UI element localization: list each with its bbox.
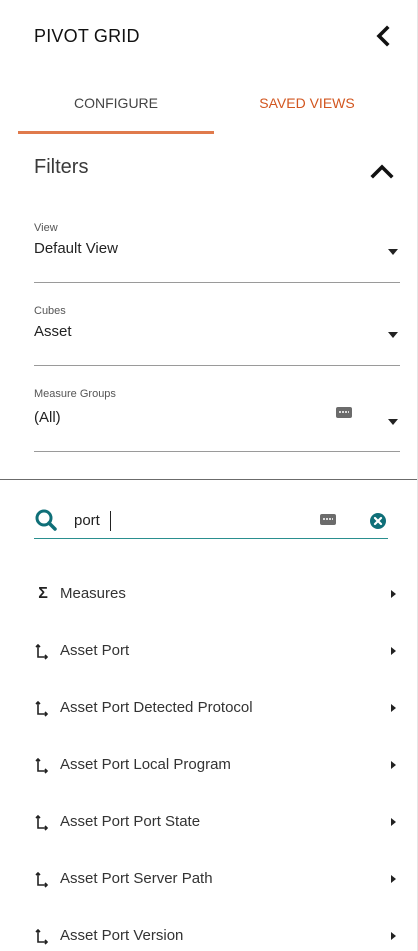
- measure-groups-select[interactable]: Measure Groups (All): [34, 388, 400, 452]
- list-item-label: Measures: [60, 585, 126, 602]
- hierarchy-icon: [35, 643, 49, 660]
- cubes-select[interactable]: Cubes Asset: [34, 305, 400, 366]
- dropdown-caret-icon: [388, 332, 398, 338]
- cubes-value: Asset: [34, 323, 72, 340]
- chevron-right-icon: [391, 761, 396, 769]
- list-item[interactable]: Asset Port Local Program: [0, 739, 417, 796]
- view-label: View: [34, 222, 58, 234]
- collapse-panel-button[interactable]: [372, 25, 394, 47]
- field-search: [34, 504, 388, 539]
- hierarchy-icon: [35, 928, 49, 945]
- list-item-label: Asset Port Local Program: [60, 756, 231, 773]
- chevron-right-icon: [391, 818, 396, 826]
- list-item-label: Asset Port: [60, 642, 130, 659]
- keyboard-icon[interactable]: [320, 514, 336, 525]
- measure-groups-label: Measure Groups: [34, 388, 116, 400]
- filters-section-toggle[interactable]: Filters: [0, 142, 417, 202]
- chevron-right-icon: [391, 647, 396, 655]
- active-tab-indicator: [18, 131, 214, 134]
- hierarchy-icon: [35, 757, 49, 774]
- tab-configure[interactable]: CONFIGURE: [18, 82, 214, 134]
- list-item[interactable]: Asset Port Version: [0, 910, 417, 951]
- chevron-right-icon: [391, 590, 396, 598]
- pivot-grid-panel: PIVOT GRID CONFIGURE SAVED VIEWS Filters…: [0, 0, 418, 951]
- keyboard-icon[interactable]: [336, 407, 352, 418]
- clear-circle-icon[interactable]: [370, 513, 386, 529]
- tab-saved-views[interactable]: SAVED VIEWS: [214, 82, 400, 134]
- list-item[interactable]: Asset Port Server Path: [0, 853, 417, 910]
- list-item-label: Asset Port Server Path: [60, 870, 213, 887]
- dropdown-caret-icon: [388, 419, 398, 425]
- text-cursor: [110, 511, 111, 531]
- clear-x-glyph: [373, 516, 383, 526]
- list-item-label: Asset Port Detected Protocol: [60, 699, 253, 716]
- hierarchy-icon: [35, 871, 49, 888]
- view-value: Default View: [34, 240, 118, 257]
- list-item[interactable]: Σ Measures: [0, 568, 417, 625]
- sigma-icon: Σ: [38, 585, 48, 602]
- list-item[interactable]: Asset Port Port State: [0, 796, 417, 853]
- list-item-label: Asset Port Port State: [60, 813, 201, 830]
- hierarchy-icon: [35, 814, 49, 831]
- chevron-left-icon: [376, 25, 390, 47]
- measure-groups-value: (All): [34, 409, 61, 426]
- list-item-label: Asset Port Version: [60, 927, 184, 944]
- hierarchy-icon: [35, 700, 49, 717]
- chevron-right-icon: [391, 704, 396, 712]
- chevron-up-icon: [370, 164, 394, 179]
- list-item[interactable]: Asset Port Detected Protocol: [0, 682, 417, 739]
- tab-bar: CONFIGURE SAVED VIEWS: [18, 82, 399, 134]
- filters-title: Filters: [34, 156, 89, 178]
- chevron-right-icon: [391, 875, 396, 883]
- cubes-label: Cubes: [34, 305, 66, 317]
- list-item[interactable]: Asset Port: [0, 625, 417, 682]
- view-select[interactable]: View Default View: [34, 222, 400, 283]
- panel-title: PIVOT GRID: [34, 26, 140, 46]
- panel-header: PIVOT GRID: [0, 0, 417, 76]
- chevron-right-icon: [391, 932, 396, 940]
- section-divider: [0, 479, 417, 480]
- dropdown-caret-icon: [388, 249, 398, 255]
- search-icon: [35, 509, 57, 531]
